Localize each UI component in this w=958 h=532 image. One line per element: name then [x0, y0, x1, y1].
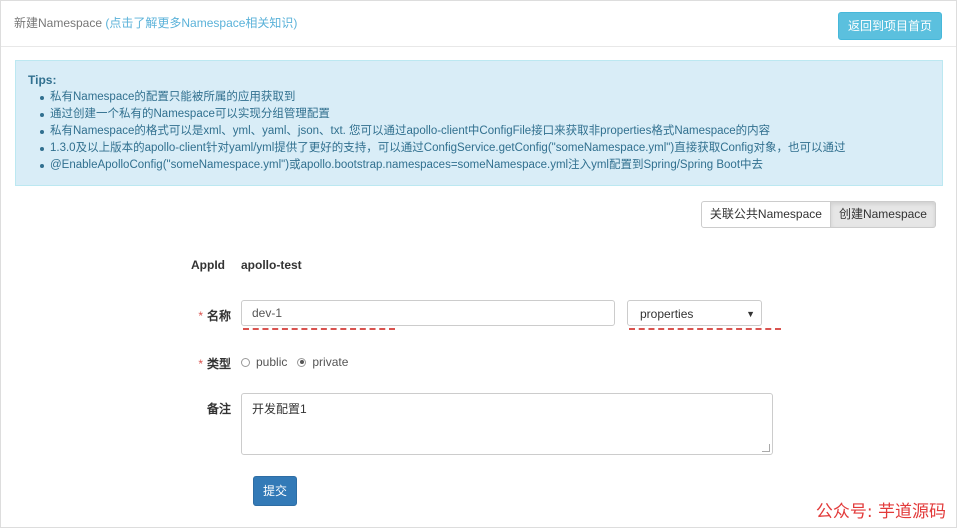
type-radio-group: public private — [241, 355, 358, 369]
back-to-project-button[interactable]: 返回到项目首页 — [837, 12, 942, 40]
appid-label: AppId — [191, 258, 225, 272]
namespace-type-tabs: 关联公共Namespace 创建Namespace — [700, 201, 936, 228]
watermark-text: 公众号: 芋道源码 — [815, 502, 946, 522]
comment-text: 开发配置1 — [252, 402, 307, 416]
caret-down-icon: ▼ — [746, 309, 755, 319]
radio-private-circle[interactable] — [297, 357, 307, 367]
namespace-name-input[interactable]: dev-1 — [241, 300, 615, 326]
submit-button[interactable]: 提交 — [253, 476, 298, 506]
comment-label: 备注 — [206, 402, 231, 416]
page-title-text: 新建Namespace — [14, 16, 103, 30]
create-namespace-panel: 新建Namespace (点击了解更多Namespace相关知识) 返回到项目首… — [0, 0, 957, 528]
name-underline-annotation — [243, 328, 395, 330]
type-private-radio[interactable]: private — [297, 355, 348, 369]
tips-item: 私有Namespace的格式可以是xml、yml、yaml、json、txt. … — [40, 123, 930, 140]
tips-item-continued: @EnableApolloConfig("someNamespace.yml")… — [40, 157, 930, 174]
radio-public-circle[interactable] — [241, 357, 250, 367]
required-mark: * — [198, 357, 203, 371]
name-label-text: 名称 — [206, 309, 231, 323]
format-select[interactable]: properties ▼ — [627, 300, 762, 326]
tips-item: 私有Namespace的配置只能被所属的应用获取到 — [40, 89, 930, 106]
associate-public-namespace-button[interactable]: 关联公共Namespace — [700, 201, 831, 228]
page-title: 新建Namespace (点击了解更多Namespace相关知识) — [14, 14, 297, 31]
resize-handle-icon[interactable] — [762, 444, 770, 452]
create-namespace-button[interactable]: 创建Namespace — [830, 201, 936, 228]
type-label-text: 类型 — [206, 357, 231, 371]
namespace-help-link[interactable]: (点击了解更多Namespace相关知识) — [105, 16, 297, 30]
required-mark: * — [198, 309, 203, 323]
tips-item: 通过创建一个私有的Namespace可以实现分组管理配置 — [40, 106, 930, 123]
type-public-radio[interactable]: public — [241, 355, 287, 369]
tips-box: Tips: 私有Namespace的配置只能被所属的应用获取到 通过创建一个私有… — [15, 60, 943, 186]
name-label: * 名称 — [181, 307, 231, 324]
panel-header: 新建Namespace (点击了解更多Namespace相关知识) 返回到项目首… — [1, 1, 956, 47]
type-label: * 类型 — [181, 355, 231, 372]
type-public-label: public — [256, 355, 288, 369]
tips-list: 私有Namespace的配置只能被所属的应用获取到 通过创建一个私有的Names… — [28, 89, 930, 174]
type-private-label: private — [312, 355, 349, 369]
appid-value: apollo-test — [241, 258, 302, 272]
tips-item: 1.3.0及以上版本的apollo-client针对yaml/yml提供了更好的… — [40, 140, 930, 157]
comment-textarea[interactable]: 开发配置1 — [241, 393, 773, 455]
format-underline-annotation — [629, 328, 781, 330]
tips-title: Tips: — [28, 73, 57, 87]
format-select-value: properties — [640, 307, 694, 321]
